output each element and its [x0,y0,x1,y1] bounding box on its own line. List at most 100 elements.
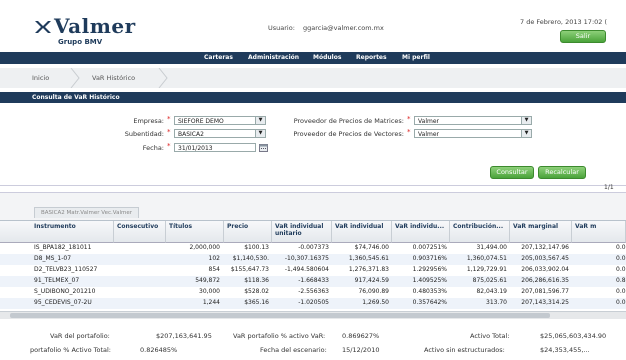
cell-contribucion: 1,360,074.51 [466,255,507,262]
cell-var-m: 0.0 [616,299,626,306]
cell-var-m: 0.0 [616,266,626,273]
portafolio-activo-label: portafolio % Activo Total: [30,346,111,354]
nav-item-mi-perfil[interactable]: Mi perfil [402,54,430,61]
cell-var-marginal: 205,003,567.45 [521,255,569,262]
subentidad-label: Subentidad: [124,130,164,138]
cell-var-unitario: -1,494.580604 [284,266,329,273]
table-row[interactable]: 95_CEDEVIS_07-2U 1,244 $365.16 -1.020505… [0,298,626,309]
column-header[interactable]: Contribución... [450,221,510,243]
table-row[interactable]: D8_MS_1-07 102 $1,140,530. -10,307.16375… [0,254,626,265]
cell-titulos: 1,244 [202,299,220,306]
required-marker-icon: * [407,115,411,123]
column-header[interactable]: VaR individual unitario [272,221,332,243]
fecha-label: Fecha: [142,144,164,152]
column-header[interactable]: VaR marginal [510,221,572,243]
breadcrumb-var-historico[interactable]: VaR Histórico [92,74,135,82]
consultar-button[interactable]: Consultar [490,166,534,179]
cell-instrumento: D8_MS_1-07 [34,255,72,262]
column-header[interactable]: Instrumento [0,221,114,243]
cell-var-unitario: -0.007373 [298,244,329,251]
fecha-escenario-label: Fecha del escenario: [260,346,327,354]
subentidad-select[interactable]: BASICA2 ▼ [174,129,266,138]
calendar-icon[interactable] [259,143,268,152]
cell-instrumento: IS_BPA182_181011 [34,244,92,251]
brand-name: Valmer [54,14,136,38]
fecha-value: 31/01/2013 [178,145,213,152]
prov-vectores-select[interactable]: Valmer ▼ [414,129,532,138]
fecha-input[interactable]: 31/01/2013 [174,143,256,152]
cell-var-individual: $74,746.00 [354,244,389,251]
cell-instrumento: D2_TELVB23_110527 [34,266,98,273]
prov-vectores-value: Valmer [418,131,439,138]
var-pct-value: 0.869627% [342,332,380,340]
cell-instrumento: 95_CEDEVIS_07-2U [34,299,92,306]
column-header[interactable]: VaR individual [332,221,392,243]
cell-var-m: 0.0 [616,244,626,251]
cell-titulos: 854 [208,266,220,273]
fecha-escenario-value: 15/12/2010 [342,346,380,354]
nav-item-administracion[interactable]: Administración [248,54,299,61]
column-header[interactable]: Consecutivo [114,221,166,243]
logout-button[interactable]: Salir [560,30,606,43]
required-marker-icon: * [407,128,411,136]
cell-contribucion: 31,494.00 [476,244,507,251]
column-header[interactable]: VaR m [572,221,626,243]
empresa-select[interactable]: SIEFORE DEMO ▼ [174,116,266,125]
table-row[interactable]: 91_TELMEX_07 549,872 $118.36 -1.668433 9… [0,276,626,287]
cell-var-individual-pct: 0.903716% [412,255,447,262]
cell-var-m: 0.0 [616,288,626,295]
cell-precio: $155,647.73 [230,266,269,273]
cell-var-unitario: -1.020505 [298,299,329,306]
cell-var-unitario: -10,307.16375 [284,255,329,262]
breadcrumb-inicio[interactable]: Inicio [32,74,49,82]
nav-item-carteras[interactable]: Carteras [204,54,233,61]
cell-var-m: 0.8 [616,277,626,284]
horizontal-scrollbar[interactable] [0,311,626,319]
cell-var-individual-pct: 0.357642% [412,299,447,306]
cell-var-individual-pct: 1.409525% [412,277,447,284]
cell-titulos: 102 [208,255,220,262]
user-email: ggarcia@valmer.com.mx [302,24,384,32]
cell-var-individual-pct: 1.292956% [412,266,447,273]
required-marker-icon: * [167,142,171,150]
activo-total-value: $25,065,603,434.90 [540,332,607,340]
table-row[interactable]: IS_BPA182_181011 2,000,000 $100.13 -0.00… [0,243,626,254]
column-header[interactable]: Precio [224,221,272,243]
panel-title-text: Consulta de VaR Histórico [32,94,120,101]
tab-basica2-valmer[interactable]: BASICA2 Matr.Valmer Vec.Valmer [34,207,139,218]
scrollbar-thumb[interactable] [10,313,550,318]
main-nav: Carteras Administración Módulos Reportes… [0,52,626,64]
cell-contribucion: 313.70 [486,299,507,306]
results-table: Instrumento Consecutivo Títulos Precio V… [0,220,626,311]
cell-var-marginal: 207,143,314.25 [521,299,569,306]
activo-total-label: Activo Total: [470,332,510,340]
cell-contribucion: 1,129,729.91 [466,266,507,273]
recalcular-button[interactable]: Recalcular [538,166,586,179]
table-row[interactable]: D2_TELVB23_110527 854 $155,647.73 -1,494… [0,265,626,276]
nav-item-reportes[interactable]: Reportes [356,54,387,61]
var-portafolio-label: VaR del portafolio: [50,332,110,340]
activo-sin-value: $24,353,455,... [540,346,590,354]
required-marker-icon: * [167,115,171,123]
cell-var-marginal: 206,033,902.04 [521,266,569,273]
column-header[interactable]: Títulos [166,221,224,243]
cell-precio: $100.13 [244,244,269,251]
subentidad-value: BASICA2 [178,131,204,138]
cell-var-individual: 917,424.59 [354,277,389,284]
prov-matrices-select[interactable]: Valmer ▼ [414,116,532,125]
chevron-down-icon: ▼ [521,130,531,137]
column-header[interactable]: VaR individu... [392,221,450,243]
cell-contribucion: 875,025.61 [472,277,507,284]
cell-instrumento: S_UDIBONO_201210 [34,288,96,295]
nav-item-modulos[interactable]: Módulos [313,54,341,61]
cell-var-individual: 1,360,545.61 [348,255,389,262]
empresa-label: Empresa: [133,117,164,125]
chevron-down-icon: ▼ [255,130,265,137]
cell-titulos: 2,000,000 [189,244,220,251]
user-info: Usuario: ggarcia@valmer.com.mx [268,24,384,32]
cell-var-unitario: -1.668433 [298,277,329,284]
cell-titulos: 30,000 [199,288,220,295]
cell-var-m: 0.0 [616,255,626,262]
cell-precio: $1,140,530. [232,255,269,262]
table-row[interactable]: S_UDIBONO_201210 30,000 $528.02 -2.55636… [0,287,626,298]
